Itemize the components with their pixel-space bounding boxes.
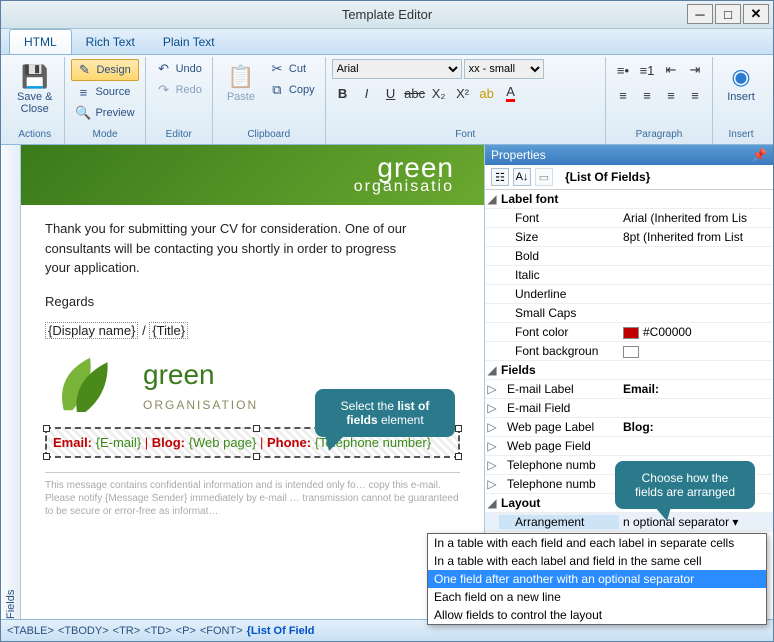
align-right-button[interactable]: ≡ (660, 84, 682, 106)
callout-arrangement: Choose how the fields are arranged (615, 461, 755, 509)
leaf-logo-icon (45, 349, 135, 419)
callout-select-lof: Select the list of fields element (315, 389, 455, 437)
dropdown-option[interactable]: In a table with each label and field in … (428, 552, 766, 570)
disclaimer-text[interactable]: This message contains confidential infor… (45, 472, 460, 518)
crumb-font[interactable]: <FONT> (200, 625, 243, 637)
close-button[interactable]: ✕ (743, 4, 769, 24)
undo-icon: ↶ (156, 61, 172, 77)
bullet-list-button[interactable]: ≡• (612, 59, 634, 81)
crumb-td[interactable]: <TD> (144, 625, 172, 637)
header-banner: green organisatio (21, 145, 484, 205)
paste-icon: 📋 (227, 63, 255, 91)
preview-icon: 🔍 (75, 105, 91, 121)
align-center-button[interactable]: ≡ (636, 84, 658, 106)
window-title: Template Editor (342, 7, 432, 22)
dropdown-option-selected[interactable]: One field after another with an optional… (428, 570, 766, 588)
crumb-tbody[interactable]: <TBODY> (58, 625, 109, 637)
bold-button[interactable]: B (332, 82, 354, 104)
title-bar: Template Editor ─ □ ✕ (1, 1, 773, 29)
crumb-list-of-fields[interactable]: {List Of Field (247, 625, 315, 637)
cut-button[interactable]: ✂Cut (265, 59, 319, 79)
maximize-button[interactable]: □ (715, 4, 741, 24)
indent-button[interactable]: ⇥ (684, 59, 706, 81)
strike-button[interactable]: abc (404, 82, 426, 104)
tab-plaintext[interactable]: Plain Text (149, 30, 229, 54)
categorized-icon[interactable]: ☷ (491, 168, 509, 186)
expand-icon[interactable]: ◢ (485, 496, 499, 510)
align-left-button[interactable]: ≡ (612, 84, 634, 106)
crumb-tr[interactable]: <TR> (113, 625, 141, 637)
subscript-button[interactable]: X₂ (428, 82, 450, 104)
insert-icon: ◉ (727, 63, 755, 91)
copy-button[interactable]: ⧉Copy (265, 80, 319, 100)
outdent-button[interactable]: ⇤ (660, 59, 682, 81)
chevron-down-icon[interactable]: ▾ (732, 515, 738, 529)
pin-icon[interactable]: 📌 (752, 148, 767, 162)
fields-panel-tab[interactable]: Fields (1, 145, 21, 619)
font-color-button[interactable]: A (500, 82, 522, 104)
dropdown-option[interactable]: Allow fields to control the layout (428, 606, 766, 624)
save-close-button[interactable]: 💾 Save & Close (11, 59, 58, 119)
group-insert-label: Insert (719, 129, 763, 142)
group-paragraph-label: Paragraph (612, 129, 706, 142)
properties-title: Properties (491, 148, 546, 162)
save-icon: 💾 (21, 63, 49, 91)
color-swatch (623, 327, 639, 339)
font-size-select[interactable]: xx - small (464, 59, 544, 79)
expand-icon[interactable]: ◢ (485, 192, 499, 206)
title-field[interactable]: {Title} (149, 322, 188, 339)
minimize-button[interactable]: ─ (687, 4, 713, 24)
dropdown-option[interactable]: In a table with each field and each labe… (428, 534, 766, 552)
dropdown-option[interactable]: Each field on a new line (428, 588, 766, 606)
cut-icon: ✂ (269, 61, 285, 77)
color-swatch (623, 346, 639, 358)
source-icon: ≡ (75, 84, 91, 100)
undo-button[interactable]: ↶Undo (152, 59, 206, 79)
group-actions-label: Actions (11, 129, 58, 142)
alphabetical-icon[interactable]: A↓ (513, 168, 531, 186)
crumb-p[interactable]: <P> (176, 625, 196, 637)
paste-button[interactable]: 📋 Paste (219, 59, 263, 107)
regards-text[interactable]: Regards (45, 292, 460, 312)
body-paragraph[interactable]: Thank you for submitting your CV for con… (45, 219, 425, 278)
tab-html[interactable]: HTML (9, 29, 72, 54)
align-justify-button[interactable]: ≡ (684, 84, 706, 106)
mode-source[interactable]: ≡Source (71, 82, 138, 102)
group-clipboard-label: Clipboard (219, 129, 319, 142)
superscript-button[interactable]: X² (452, 82, 474, 104)
insert-button[interactable]: ◉ Insert (719, 59, 763, 107)
number-list-button[interactable]: ≡1 (636, 59, 658, 81)
redo-button[interactable]: ↷Redo (152, 80, 206, 100)
ribbon: 💾 Save & Close Actions ✎Design ≡Source 🔍… (1, 55, 773, 145)
prop-pages-icon[interactable]: ▭ (535, 168, 553, 186)
expand-icon[interactable]: ◢ (485, 363, 499, 377)
editor-canvas[interactable]: green organisatio Thank you for submitti… (21, 145, 485, 619)
group-editor-label: Editor (152, 129, 206, 142)
properties-panel: Properties 📌 ☷ A↓ ▭ {List Of Fields} ◢La… (485, 145, 773, 619)
crumb-table[interactable]: <TABLE> (7, 625, 54, 637)
display-name-field[interactable]: {Display name} (45, 322, 138, 339)
group-mode-label: Mode (71, 129, 138, 142)
redo-icon: ↷ (156, 82, 172, 98)
mode-design[interactable]: ✎Design (71, 59, 138, 81)
mode-preview[interactable]: 🔍Preview (71, 103, 138, 123)
underline-button[interactable]: U (380, 82, 402, 104)
highlight-button[interactable]: ab (476, 82, 498, 104)
arrangement-row[interactable]: Arrangementn optional separator ▾ (485, 513, 773, 532)
design-icon: ✎ (76, 62, 92, 78)
group-font-label: Font (332, 129, 599, 142)
italic-button[interactable]: I (356, 82, 378, 104)
logo-text: green ORGANISATION (143, 354, 258, 414)
font-family-select[interactable]: Arial (332, 59, 462, 79)
arrangement-dropdown[interactable]: In a table with each field and each labe… (427, 533, 767, 625)
format-tabs: HTML Rich Text Plain Text (1, 29, 773, 55)
copy-icon: ⧉ (269, 82, 285, 98)
tab-richtext[interactable]: Rich Text (72, 30, 149, 54)
selected-element-name: {List Of Fields} (565, 170, 650, 184)
